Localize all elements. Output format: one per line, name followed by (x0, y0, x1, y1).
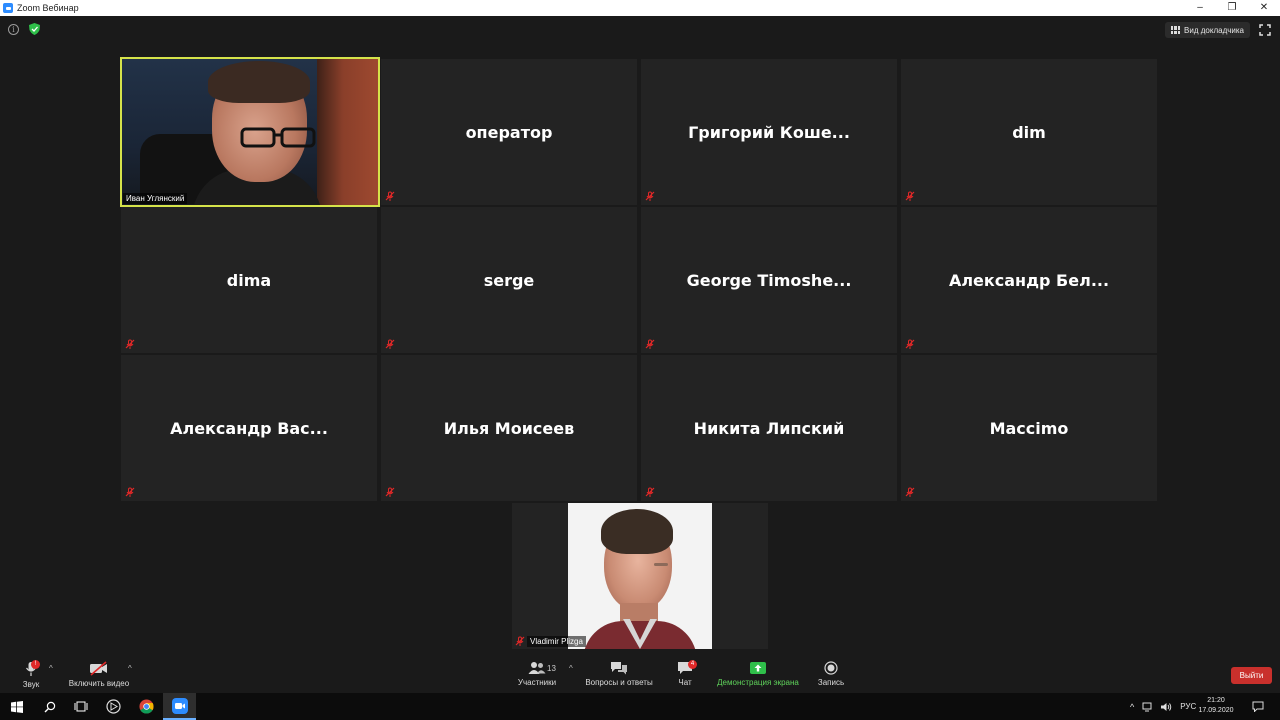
participant-name: dim (1012, 123, 1046, 142)
chat-unread-badge: 4 (688, 660, 697, 669)
taskbar-clock[interactable]: 21:20 17.09.2020 (1196, 696, 1236, 716)
participants-count: 13 (547, 664, 556, 673)
video-options-caret[interactable]: ^ (128, 664, 132, 673)
network-icon[interactable] (1142, 702, 1154, 712)
muted-mic-icon (515, 636, 525, 646)
info-icon[interactable]: i (8, 24, 19, 35)
minimize-button[interactable]: – (1184, 0, 1216, 16)
active-speaker-video-tile[interactable]: Иван Углянский (120, 57, 380, 207)
clock-date: 17.09.2020 (1198, 707, 1234, 714)
participant-tile[interactable]: dima (121, 207, 377, 353)
headset-mic (654, 563, 668, 566)
participant-name: оператор (465, 123, 553, 142)
participant-tile[interactable]: оператор (381, 59, 637, 205)
task-view-icon[interactable] (64, 693, 97, 720)
zoom-app-icon (3, 3, 13, 13)
muted-mic-icon (905, 191, 915, 201)
record-label: Запись (817, 678, 845, 687)
leave-button[interactable]: Выйти (1231, 667, 1272, 684)
qa-icon (611, 662, 627, 675)
share-screen-label: Демонстрация экрана (717, 678, 799, 687)
audio-options-caret[interactable]: ^ (49, 664, 53, 673)
muted-mic-icon (385, 487, 395, 497)
participant-name: Григорий Коше... (688, 123, 850, 142)
speaker-view-label: Вид докладчика (1184, 25, 1244, 35)
muted-mic-icon (645, 191, 655, 201)
participant-tile[interactable]: Александр Вас... (121, 355, 377, 501)
participant-tile[interactable]: Maccimo (901, 355, 1157, 501)
search-icon[interactable] (33, 693, 66, 720)
window-controls: – ❐ ✕ (1184, 0, 1280, 16)
system-tray: ^ РУС (1130, 693, 1196, 720)
meeting-toolbar: Звук ! ^ Включить видео ^ Участники 13 ^… (0, 655, 1280, 693)
participant-name: Александр Вас... (170, 419, 328, 438)
fullscreen-icon[interactable] (1259, 24, 1271, 36)
share-screen-button[interactable]: Демонстрация экрана (714, 655, 802, 693)
muted-mic-icon (125, 487, 135, 497)
chrome-icon[interactable] (130, 693, 163, 720)
video-off-icon (90, 661, 107, 676)
start-video-label: Включить видео (68, 679, 130, 688)
participant-name: Maccimo (989, 419, 1069, 438)
window-title: Zoom Вебинар (17, 3, 79, 13)
glasses (240, 127, 316, 148)
meeting-topbar: i Вид докладчика (0, 16, 1280, 44)
clock-time: 21:20 (1207, 697, 1225, 704)
muted-mic-icon (905, 487, 915, 497)
muted-mic-icon (645, 339, 655, 349)
muted-mic-icon (905, 339, 915, 349)
participant-name-label: Иван Углянский (123, 193, 188, 204)
presenter-name-label: Vladimir Plizga (527, 635, 586, 647)
presenter-video (568, 503, 712, 649)
audio-warning-badge: ! (31, 660, 40, 669)
participant-tile[interactable]: Илья Моисеев (381, 355, 637, 501)
close-button[interactable]: ✕ (1248, 0, 1280, 16)
participants-options-caret[interactable]: ^ (569, 664, 573, 673)
record-button[interactable]: Запись (814, 655, 848, 693)
participant-tile[interactable]: serge (381, 207, 637, 353)
chat-label: Чат (678, 678, 692, 687)
zoom-icon[interactable] (163, 693, 196, 720)
participant-tile[interactable]: Александр Бел... (901, 207, 1157, 353)
qa-label: Вопросы и ответы (585, 678, 653, 687)
presenter-label: Vladimir Plizga (512, 634, 586, 648)
muted-mic-icon (645, 487, 655, 497)
window-titlebar: Zoom Вебинар – ❐ ✕ (0, 0, 1280, 16)
chevron-up-icon[interactable]: ^ (1130, 702, 1134, 712)
participants-icon (528, 662, 546, 674)
participant-name: Никита Липский (693, 419, 845, 438)
audio-label: Звук (22, 680, 40, 689)
participant-name: Илья Моисеев (443, 419, 575, 438)
windows-taskbar: ^ РУС 21:20 17.09.2020 (0, 693, 1280, 720)
participant-tile[interactable]: Никита Липский (641, 355, 897, 501)
language-indicator[interactable]: РУС (1180, 702, 1196, 711)
media-player-icon[interactable] (97, 693, 130, 720)
shield-check-icon[interactable] (29, 23, 40, 35)
participant-name: George Timoshe... (686, 271, 852, 290)
participant-name: dima (226, 271, 272, 290)
start-video-button[interactable]: Включить видео (66, 655, 132, 693)
participant-name: serge (483, 271, 535, 290)
participant-tile[interactable]: George Timoshe... (641, 207, 897, 353)
participant-name: Александр Бел... (948, 271, 1110, 290)
muted-mic-icon (125, 339, 135, 349)
windows-start-icon[interactable] (0, 693, 33, 720)
speaker-view-icon (1171, 26, 1181, 34)
participant-tile[interactable]: Григорий Коше... (641, 59, 897, 205)
qa-button[interactable]: Вопросы и ответы (584, 655, 654, 693)
record-icon (824, 661, 838, 675)
speaker-view-button[interactable]: Вид докладчика (1165, 22, 1250, 38)
participants-button[interactable]: Участники (514, 655, 560, 693)
notifications-icon[interactable] (1252, 701, 1264, 712)
volume-icon[interactable] (1160, 702, 1172, 712)
share-screen-icon (750, 662, 766, 674)
muted-mic-icon (385, 339, 395, 349)
participants-label: Участники (517, 678, 557, 687)
participant-tile[interactable]: dim (901, 59, 1157, 205)
restore-button[interactable]: ❐ (1216, 0, 1248, 16)
muted-mic-icon (385, 191, 395, 201)
